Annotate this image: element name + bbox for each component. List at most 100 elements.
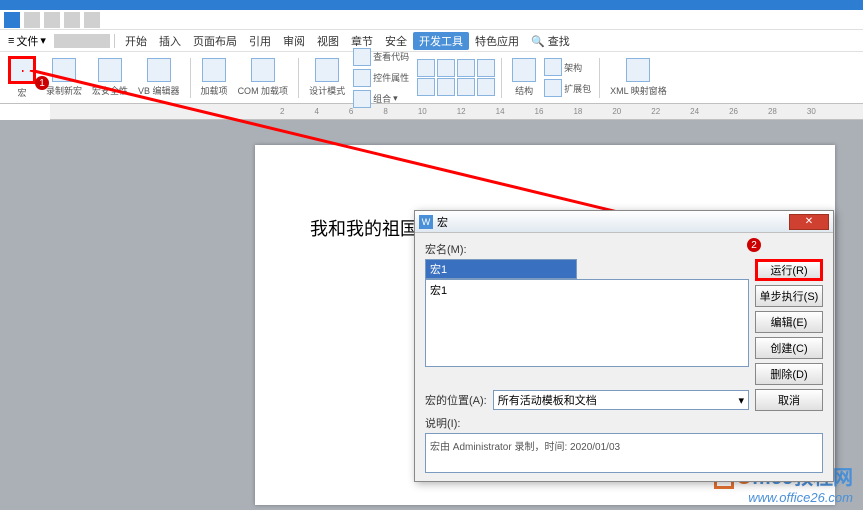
callout-1: 1 bbox=[35, 76, 49, 90]
menu-folder-icon[interactable] bbox=[68, 34, 82, 48]
vb-icon bbox=[147, 58, 171, 82]
control-icon-8[interactable] bbox=[477, 78, 495, 96]
chevron-down-icon: ▾ bbox=[738, 394, 744, 407]
ctrl-prop-button[interactable]: 控件属性 bbox=[351, 68, 411, 88]
close-button[interactable]: ✕ bbox=[789, 214, 829, 230]
macro-dialog: W 宏 ✕ 2 宏名(M): 宏1 运行(R) 单步执行(S) 编辑(E) 创建… bbox=[414, 210, 834, 482]
qat-redo-icon[interactable] bbox=[64, 12, 80, 28]
cancel-button[interactable]: 取消 bbox=[755, 389, 823, 411]
watermark-url: www.office26.com bbox=[714, 490, 853, 505]
dialog-title-text: 宏 bbox=[437, 214, 448, 230]
control-icon-3[interactable] bbox=[457, 59, 475, 77]
macro-list[interactable]: 宏1 bbox=[425, 279, 749, 367]
tab-home[interactable]: 开始 bbox=[119, 33, 153, 49]
macro-name-label: 宏名(M): bbox=[425, 241, 823, 257]
macro-name-input[interactable] bbox=[425, 259, 577, 279]
tab-references[interactable]: 引用 bbox=[243, 33, 277, 49]
desc-label: 说明(I): bbox=[425, 415, 823, 431]
record-label: 录制新宏 bbox=[46, 84, 82, 97]
dialog-titlebar[interactable]: W 宏 ✕ bbox=[415, 211, 833, 233]
control-icon-6[interactable] bbox=[437, 78, 455, 96]
control-icon-7[interactable] bbox=[457, 78, 475, 96]
edit-button[interactable]: 编辑(E) bbox=[755, 311, 823, 333]
com-addin-icon bbox=[251, 58, 275, 82]
tab-view[interactable]: 视图 bbox=[311, 33, 345, 49]
vb-editor-button[interactable]: VB 编辑器 bbox=[134, 56, 184, 99]
menu-print-icon[interactable] bbox=[82, 34, 96, 48]
tab-page-layout[interactable]: 页面布局 bbox=[187, 33, 243, 49]
control-icon-5[interactable] bbox=[417, 78, 435, 96]
macro-icon bbox=[8, 56, 36, 84]
design-icon bbox=[315, 58, 339, 82]
app-icon bbox=[4, 12, 20, 28]
callout-2: 2 bbox=[747, 238, 761, 252]
location-value: 所有活动模板和文档 bbox=[498, 392, 597, 408]
desc-box: 宏由 Administrator 录制，时间: 2020/01/03 bbox=[425, 433, 823, 473]
com-addin-button[interactable]: COM 加载项 bbox=[234, 56, 293, 99]
macro-label: 宏 bbox=[17, 86, 26, 99]
location-label: 宏的位置(A): bbox=[425, 392, 487, 408]
control-icon-2[interactable] bbox=[437, 59, 455, 77]
design-label: 设计模式 bbox=[309, 84, 345, 97]
tab-featured[interactable]: 特色应用 bbox=[469, 33, 525, 49]
tab-developer[interactable]: 开发工具 bbox=[413, 32, 469, 50]
ruler: 24681012141618202224262830 bbox=[50, 104, 863, 120]
ribbon: 宏 录制新宏 宏安全性 VB 编辑器 加载项 COM 加载项 设计模式 查看代码… bbox=[0, 52, 863, 104]
xml-map-button[interactable]: XML 映射窗格 bbox=[606, 56, 671, 99]
group-button[interactable]: 组合▾ bbox=[351, 89, 411, 109]
control-icon-1[interactable] bbox=[417, 59, 435, 77]
group-icon bbox=[353, 90, 371, 108]
tab-insert[interactable]: 插入 bbox=[153, 33, 187, 49]
ctrl-prop-label: 控件属性 bbox=[373, 71, 409, 84]
record-icon bbox=[52, 58, 76, 82]
xml-label: XML 映射窗格 bbox=[610, 84, 667, 97]
search-label: 查找 bbox=[548, 36, 570, 48]
design-mode-button[interactable]: 设计模式 bbox=[305, 56, 349, 99]
security-label: 宏安全性 bbox=[92, 84, 128, 97]
structure-button[interactable]: 结构 bbox=[508, 56, 540, 99]
expand-button[interactable]: 扩展包 bbox=[542, 78, 593, 98]
record-macro-button[interactable]: 录制新宏 bbox=[42, 56, 86, 99]
location-select[interactable]: 所有活动模板和文档 ▾ bbox=[493, 390, 749, 410]
delete-button[interactable]: 删除(D) bbox=[755, 363, 823, 385]
step-button[interactable]: 单步执行(S) bbox=[755, 285, 823, 307]
security-icon bbox=[98, 58, 122, 82]
dialog-app-icon: W bbox=[419, 215, 433, 229]
chevron-down-icon: ▾ bbox=[40, 34, 46, 47]
menu-bar: ≡ 文件 ▾ 开始 插入 页面布局 引用 审阅 视图 章节 安全 开发工具 特色… bbox=[0, 30, 863, 52]
create-button[interactable]: 创建(C) bbox=[755, 337, 823, 359]
macro-security-button[interactable]: 宏安全性 bbox=[88, 56, 132, 99]
code-icon bbox=[353, 48, 371, 66]
menu-doc-icon[interactable] bbox=[54, 34, 68, 48]
menu-preview-icon[interactable] bbox=[96, 34, 110, 48]
control-icon-4[interactable] bbox=[477, 59, 495, 77]
expand-label: 扩展包 bbox=[564, 82, 591, 95]
macro-button[interactable]: 宏 bbox=[4, 54, 40, 101]
group-label: 组合 bbox=[373, 92, 391, 105]
expand-icon bbox=[544, 79, 562, 97]
hamburger-icon: ≡ bbox=[8, 35, 14, 47]
vb-label: VB 编辑器 bbox=[138, 84, 180, 97]
schema-label: 架构 bbox=[564, 61, 582, 74]
addin-button[interactable]: 加载项 bbox=[197, 56, 232, 99]
qat-save-icon[interactable] bbox=[24, 12, 40, 28]
tab-search[interactable]: 🔍 查找 bbox=[525, 33, 576, 49]
schema-button[interactable]: 架构 bbox=[542, 57, 593, 77]
xml-icon bbox=[626, 58, 650, 82]
prop-icon bbox=[353, 69, 371, 87]
view-code-button[interactable]: 查看代码 bbox=[351, 47, 411, 67]
file-menu[interactable]: ≡ 文件 ▾ bbox=[0, 33, 54, 49]
addin-icon bbox=[202, 58, 226, 82]
run-button[interactable]: 运行(R) bbox=[755, 259, 823, 281]
structure-label: 结构 bbox=[515, 84, 533, 97]
quick-access-toolbar bbox=[0, 10, 863, 30]
com-addin-label: COM 加载项 bbox=[238, 84, 289, 97]
qat-undo-icon[interactable] bbox=[44, 12, 60, 28]
qat-print-icon[interactable] bbox=[84, 12, 100, 28]
file-label: 文件 bbox=[16, 33, 38, 49]
addin-label: 加载项 bbox=[201, 84, 228, 97]
macro-list-item[interactable]: 宏1 bbox=[430, 282, 744, 298]
tab-review[interactable]: 审阅 bbox=[277, 33, 311, 49]
view-code-label: 查看代码 bbox=[373, 50, 409, 63]
structure-icon bbox=[512, 58, 536, 82]
